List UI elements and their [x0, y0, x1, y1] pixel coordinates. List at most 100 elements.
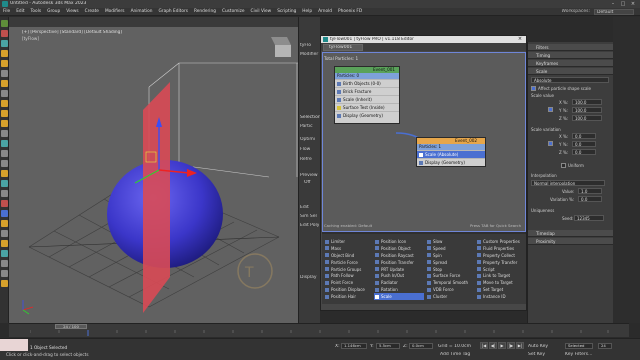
menu-customize[interactable]: Customize	[219, 8, 248, 16]
tool-push-in-out[interactable]: Push In/Out	[374, 272, 424, 279]
interpolation-select[interactable]: Normal interpolation	[531, 180, 605, 186]
tool-property-transfer[interactable]: Property Transfer	[476, 259, 526, 266]
menu-graph-editors[interactable]: Graph Editors	[155, 8, 191, 16]
unlink-icon[interactable]	[1, 40, 8, 47]
minimize-icon[interactable]: –	[608, 1, 618, 7]
menu-edit[interactable]: Edit	[13, 8, 27, 16]
variation-lock-checkbox[interactable]	[548, 141, 553, 146]
schematic-icon[interactable]	[1, 210, 8, 217]
variation-x-field[interactable]: 0.0	[572, 133, 596, 139]
scale-y-field[interactable]: 100.0	[572, 107, 602, 113]
tool-position-transfer[interactable]: Position Transfer	[374, 259, 424, 266]
key-mode-select[interactable]: Selected	[565, 343, 593, 349]
render-frame-icon[interactable]	[1, 250, 8, 257]
menu-create[interactable]: Create	[82, 8, 102, 16]
y-coord-field[interactable]: 5.5cm	[376, 343, 400, 349]
tool-position-hair[interactable]: Position Hair	[324, 293, 374, 300]
operator-scale-inherit[interactable]: Scale (Inherit)	[335, 95, 399, 103]
percent-snap-icon[interactable]	[1, 160, 8, 167]
tool-fluid-properties[interactable]: Fluid Properties	[476, 245, 526, 252]
curve-editor-icon[interactable]	[1, 200, 8, 207]
menu-animation[interactable]: Animation	[128, 8, 156, 16]
menu-views[interactable]: Views	[63, 8, 81, 16]
snap-icon[interactable]	[1, 140, 8, 147]
undo-icon[interactable]	[1, 20, 8, 27]
go-to-start-button[interactable]: |◀	[480, 342, 488, 349]
tool-point-force[interactable]: Point Force	[324, 279, 374, 286]
add-time-tag-button[interactable]: Add Time Tag	[440, 352, 470, 357]
event-001[interactable]: Event_001 Particles: 0 Birth Objects (0-…	[334, 66, 400, 124]
operator-scale-absolute[interactable]: Scale (Absolute)	[417, 150, 485, 158]
rollout-sim-sel[interactable]: Sim Sel	[300, 214, 317, 219]
tool-instance-id[interactable]: Instance ID	[476, 293, 526, 300]
arnold-icon[interactable]	[1, 260, 8, 267]
tool-spin[interactable]: Spin	[426, 252, 476, 259]
tool-move-to-target[interactable]: Move to Target	[476, 279, 526, 286]
operator-surface-test[interactable]: Surface Test (Inside)	[335, 103, 399, 111]
operator-display-geometry[interactable]: Display (Geometry)	[335, 111, 399, 119]
tool-link-to-target[interactable]: Link to Target	[476, 272, 526, 279]
refresh-button[interactable]: Refre	[300, 157, 312, 162]
tool-mass[interactable]: Mass	[324, 245, 374, 252]
maximize-icon[interactable]: □	[618, 1, 628, 7]
menu-rendering[interactable]: Rendering	[191, 8, 219, 16]
time-slider[interactable]: 24 / 100	[55, 324, 87, 329]
scale-z-field[interactable]: 100.0	[572, 115, 602, 121]
maxscript-listener[interactable]	[0, 339, 28, 351]
tool-surface-force[interactable]: Surface Force	[426, 272, 476, 279]
placement-icon[interactable]	[1, 130, 8, 137]
operator-brick-fracture[interactable]: Brick Fracture	[335, 87, 399, 95]
layer-icon[interactable]	[1, 190, 8, 197]
tool-rotation[interactable]: Rotation	[374, 286, 424, 293]
select-by-name-icon[interactable]	[1, 70, 8, 77]
viewport-perspective[interactable]: T	[9, 27, 298, 323]
plane-object[interactable]	[143, 82, 170, 313]
section-timeslap[interactable]: Timeslap	[528, 230, 614, 237]
scale-icon[interactable]	[1, 120, 8, 127]
rollout-display[interactable]: Display	[300, 275, 317, 280]
variation-percent-field[interactable]: 0.0	[578, 196, 602, 202]
tool-slow[interactable]: Slow	[426, 238, 476, 245]
variation-y-field[interactable]: 0.0	[572, 141, 596, 147]
viewport-label[interactable]: [+] [Perspective] [Standard] [Default Sh…	[22, 30, 122, 35]
z-coord-field[interactable]: 0.0cm	[409, 343, 433, 349]
tool-object-bind[interactable]: Object Bind	[324, 252, 374, 259]
select-object-icon[interactable]	[1, 60, 8, 67]
menu-scripting[interactable]: Scripting	[274, 8, 299, 16]
material-editor-icon[interactable]	[1, 220, 8, 227]
tool-limiter[interactable]: Limiter	[324, 238, 374, 245]
render-setup-icon[interactable]	[1, 230, 8, 237]
menu-group[interactable]: Group	[44, 8, 63, 16]
command-panel-object-name[interactable]: tyFlo	[300, 43, 311, 48]
event-002[interactable]: Event_002 Particles: 1 Scale (Absolute) …	[416, 137, 486, 167]
variation-z-field[interactable]: 0.0	[572, 149, 596, 155]
window-crossing-icon[interactable]	[1, 90, 8, 97]
tool-scale[interactable]: Scale	[374, 293, 424, 301]
phoenix-icon[interactable]	[1, 270, 8, 277]
scale-mode-select[interactable]: Absolute	[531, 77, 609, 83]
auto-key-button[interactable]: Auto Key	[528, 344, 548, 349]
region-select-icon[interactable]	[1, 80, 8, 87]
mirror-icon[interactable]	[1, 170, 8, 177]
operator-display-geometry-2[interactable]: Display (Geometry)	[417, 158, 485, 166]
tyflow-close-icon[interactable]: ×	[516, 36, 524, 43]
tool-position-icon[interactable]: Position Icon	[374, 238, 424, 245]
next-frame-button[interactable]: |▶	[507, 342, 515, 349]
seed-field[interactable]: 12345	[574, 215, 604, 221]
move-icon[interactable]	[1, 100, 8, 107]
close-icon[interactable]: ×	[628, 1, 638, 7]
tool-particle-groups[interactable]: Particle Groups	[324, 266, 374, 273]
tool-custom-properties[interactable]: Custom Properties	[476, 238, 526, 245]
scale-x-field[interactable]: 100.0	[572, 99, 602, 105]
tab-tyflow001[interactable]: tyFlow001	[323, 44, 363, 51]
timeline-ruler[interactable]	[30, 330, 610, 336]
menu-civil-view[interactable]: Civil View	[248, 8, 275, 16]
set-key-button[interactable]: Set Key	[528, 352, 545, 357]
menu-modifiers[interactable]: Modifiers	[102, 8, 128, 16]
preview-off-radio[interactable]: Off	[304, 180, 311, 185]
angle-snap-icon[interactable]	[1, 150, 8, 157]
value-field[interactable]: 1.0	[578, 188, 602, 194]
section-keyframes[interactable]: Keyframes	[528, 60, 614, 67]
operator-birth-objects[interactable]: Birth Objects (0-0)	[335, 79, 399, 87]
section-scale[interactable]: Scale	[528, 68, 614, 75]
